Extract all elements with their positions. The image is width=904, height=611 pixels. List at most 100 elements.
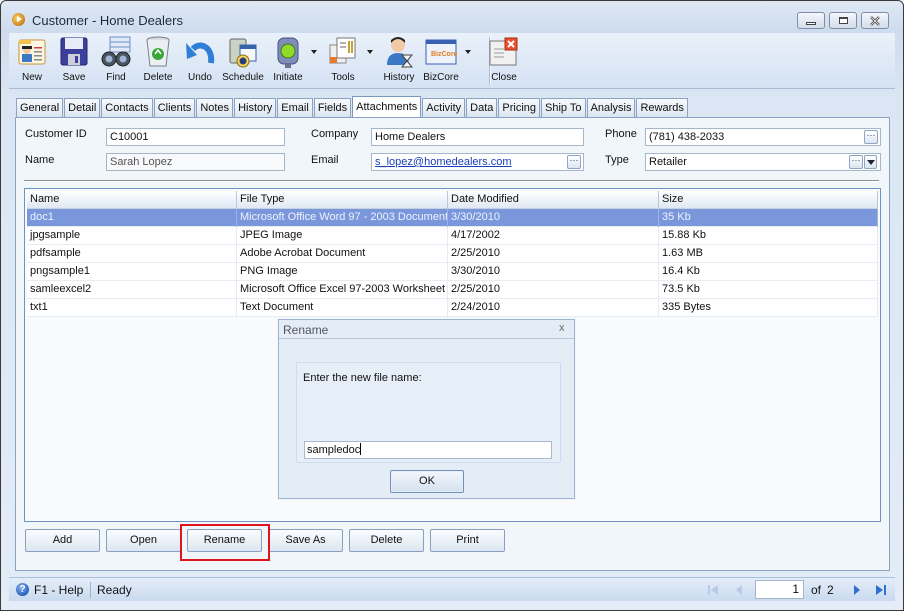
tab-ship-to[interactable]: Ship To — [541, 98, 586, 117]
next-page-icon[interactable] — [851, 584, 863, 596]
dialog-ok-button[interactable]: OK — [390, 470, 464, 493]
column-header-file-type[interactable]: File Type — [237, 191, 448, 209]
file-type-cell: Microsoft Office Word 97 - 2003 Document — [237, 209, 448, 227]
tab-email[interactable]: Email — [277, 98, 313, 117]
minimize-button[interactable] — [797, 12, 825, 29]
toolbar-label: Close — [491, 72, 517, 83]
app-icon — [12, 13, 25, 26]
file-type-cell: Text Document — [237, 299, 448, 317]
email-link[interactable]: s_lopez@homedealers.com — [375, 156, 512, 168]
size-cell: 35 Kb — [659, 209, 878, 227]
tab-analysis[interactable]: Analysis — [586, 98, 636, 117]
toolbar-label: Find — [106, 72, 126, 83]
open-button[interactable]: Open — [106, 529, 181, 552]
total-pages: 2 — [827, 583, 834, 597]
size-cell: 73.5 Kb — [659, 281, 878, 299]
toolbar-tools-button[interactable]: Tools — [325, 35, 361, 87]
attachment-row[interactable]: txt1 Text Document 2/24/2010 335 Bytes — [27, 299, 878, 317]
tab-detail[interactable]: Detail — [64, 98, 101, 117]
toolbar-label: Save — [62, 72, 86, 83]
tab-fields[interactable]: Fields — [313, 98, 352, 117]
name-field[interactable]: Sarah Lopez — [106, 153, 285, 171]
type-value: Retailer — [649, 156, 687, 168]
size-cell: 16.4 Kb — [659, 263, 878, 281]
toolbar-schedule-button[interactable]: Schedule — [222, 35, 264, 87]
tools-dropdown-arrow[interactable] — [367, 50, 373, 54]
tab-contacts[interactable]: Contacts — [101, 98, 153, 117]
help-icon[interactable]: ? — [16, 583, 29, 596]
attachment-row[interactable]: samleexcel2 Microsoft Office Excel 97-200… — [27, 281, 878, 299]
file-name-cell: samleexcel2 — [27, 281, 237, 299]
tab-rewards[interactable]: Rewards — [636, 98, 688, 117]
new-file-name-input[interactable]: sampledoc — [304, 441, 552, 459]
page-number-input[interactable]: 1 — [755, 580, 804, 599]
attachment-row[interactable]: pngsample1 PNG Image 3/30/2010 16.4 Kb — [27, 263, 878, 281]
column-header-size[interactable]: Size — [659, 191, 878, 209]
last-page-icon[interactable] — [875, 584, 887, 596]
file-name-cell: jpgsample — [27, 227, 237, 245]
phone-ellipsis-button[interactable]: ··· — [864, 130, 878, 144]
attachment-row[interactable]: doc1 Microsoft Office Word 97 - 2003 Docu… — [27, 209, 878, 227]
column-header-name[interactable]: Name — [27, 191, 237, 209]
maximize-button[interactable] — [829, 12, 857, 29]
file-type-cell: JPEG Image — [237, 227, 448, 245]
help-text[interactable]: F1 - Help — [34, 583, 83, 597]
attachment-row[interactable]: jpgsample JPEG Image 4/17/2002 15.88 Kb — [27, 227, 878, 245]
tab-clients[interactable]: Clients — [153, 98, 196, 117]
email-field[interactable]: s_lopez@homedealers.com ··· — [371, 153, 584, 171]
type-dropdown-button[interactable] — [864, 155, 877, 169]
bizcore-window-icon: BizCore — [425, 39, 457, 65]
text-caret — [360, 443, 362, 455]
dialog-close-icon[interactable]: x — [559, 322, 565, 334]
tab-notes[interactable]: Notes — [196, 98, 234, 117]
name-label: Name — [25, 154, 55, 166]
toolbar-label: Tools — [331, 72, 355, 83]
title-bar: Customer - Home Dealers — [1, 1, 903, 33]
toolbar-save-button[interactable]: Save — [57, 35, 91, 87]
customer-id-field[interactable]: C10001 — [106, 128, 285, 146]
toolbar-initiate-button[interactable]: Initiate — [269, 35, 307, 87]
toolbar-delete-button[interactable]: Delete — [141, 35, 175, 87]
undo-arrow-icon — [186, 42, 215, 64]
tab-data[interactable]: Data — [466, 98, 498, 117]
email-ellipsis-button[interactable]: ··· — [567, 155, 581, 169]
initiate-dropdown-arrow[interactable] — [311, 50, 317, 54]
company-field[interactable]: Home Dealers — [371, 128, 584, 146]
toolbar-close-button[interactable]: Close — [487, 35, 521, 87]
column-header-date-modified[interactable]: Date Modified — [448, 191, 659, 209]
tab-attachments[interactable]: Attachments — [352, 96, 422, 117]
tab-strip: General Detail Contacts Clients Notes History… — [16, 96, 689, 117]
file-type-cell: Microsoft Office Excel 97-2003 Worksheet — [237, 281, 448, 299]
attachment-row[interactable]: pdfsample Adobe Acrobat Document 2/25/2010… — [27, 245, 878, 263]
customer-id-label: Customer ID — [25, 128, 87, 140]
floppy-disk-icon — [60, 37, 88, 66]
close-window-button[interactable] — [861, 12, 889, 29]
first-page-icon[interactable] — [707, 584, 719, 596]
toolbar-bizcore-button[interactable]: BizCore BizCore — [423, 35, 459, 87]
toolbar-undo-button[interactable]: Undo — [183, 35, 217, 87]
toolbar-find-button[interactable]: Find — [99, 35, 133, 87]
dialog-prompt: Enter the new file name: — [303, 372, 422, 384]
bizcore-dropdown-arrow[interactable] — [465, 50, 471, 54]
phone-field[interactable]: (781) 438-2033 ··· — [645, 128, 881, 146]
previous-page-icon[interactable] — [733, 584, 745, 596]
customer-window: Customer - Home Dealers New Save Find De… — [0, 0, 904, 611]
save-as-button[interactable]: Save As — [268, 529, 343, 552]
toolbar-history-button[interactable]: History — [381, 35, 417, 87]
print-button[interactable]: Print — [430, 529, 505, 552]
toolbar-new-button[interactable]: New — [15, 35, 49, 87]
tab-history[interactable]: History — [234, 98, 277, 117]
tab-pricing[interactable]: Pricing — [498, 98, 541, 117]
delete-button[interactable]: Delete — [349, 529, 424, 552]
add-button[interactable]: Add — [25, 529, 100, 552]
tab-activity[interactable]: Activity — [422, 98, 466, 117]
status-bar: ? F1 - Help Ready 1 of 2 — [9, 577, 895, 601]
type-select[interactable]: Retailer ··· — [645, 153, 881, 171]
tab-general[interactable]: General — [16, 98, 64, 117]
size-cell: 15.88 Kb — [659, 227, 878, 245]
type-ellipsis-button[interactable]: ··· — [849, 155, 863, 169]
toolbar-label: BizCore — [423, 72, 459, 83]
file-type-cell: PNG Image — [237, 263, 448, 281]
email-label: Email — [311, 154, 339, 166]
date-modified-cell: 2/25/2010 — [448, 281, 659, 299]
